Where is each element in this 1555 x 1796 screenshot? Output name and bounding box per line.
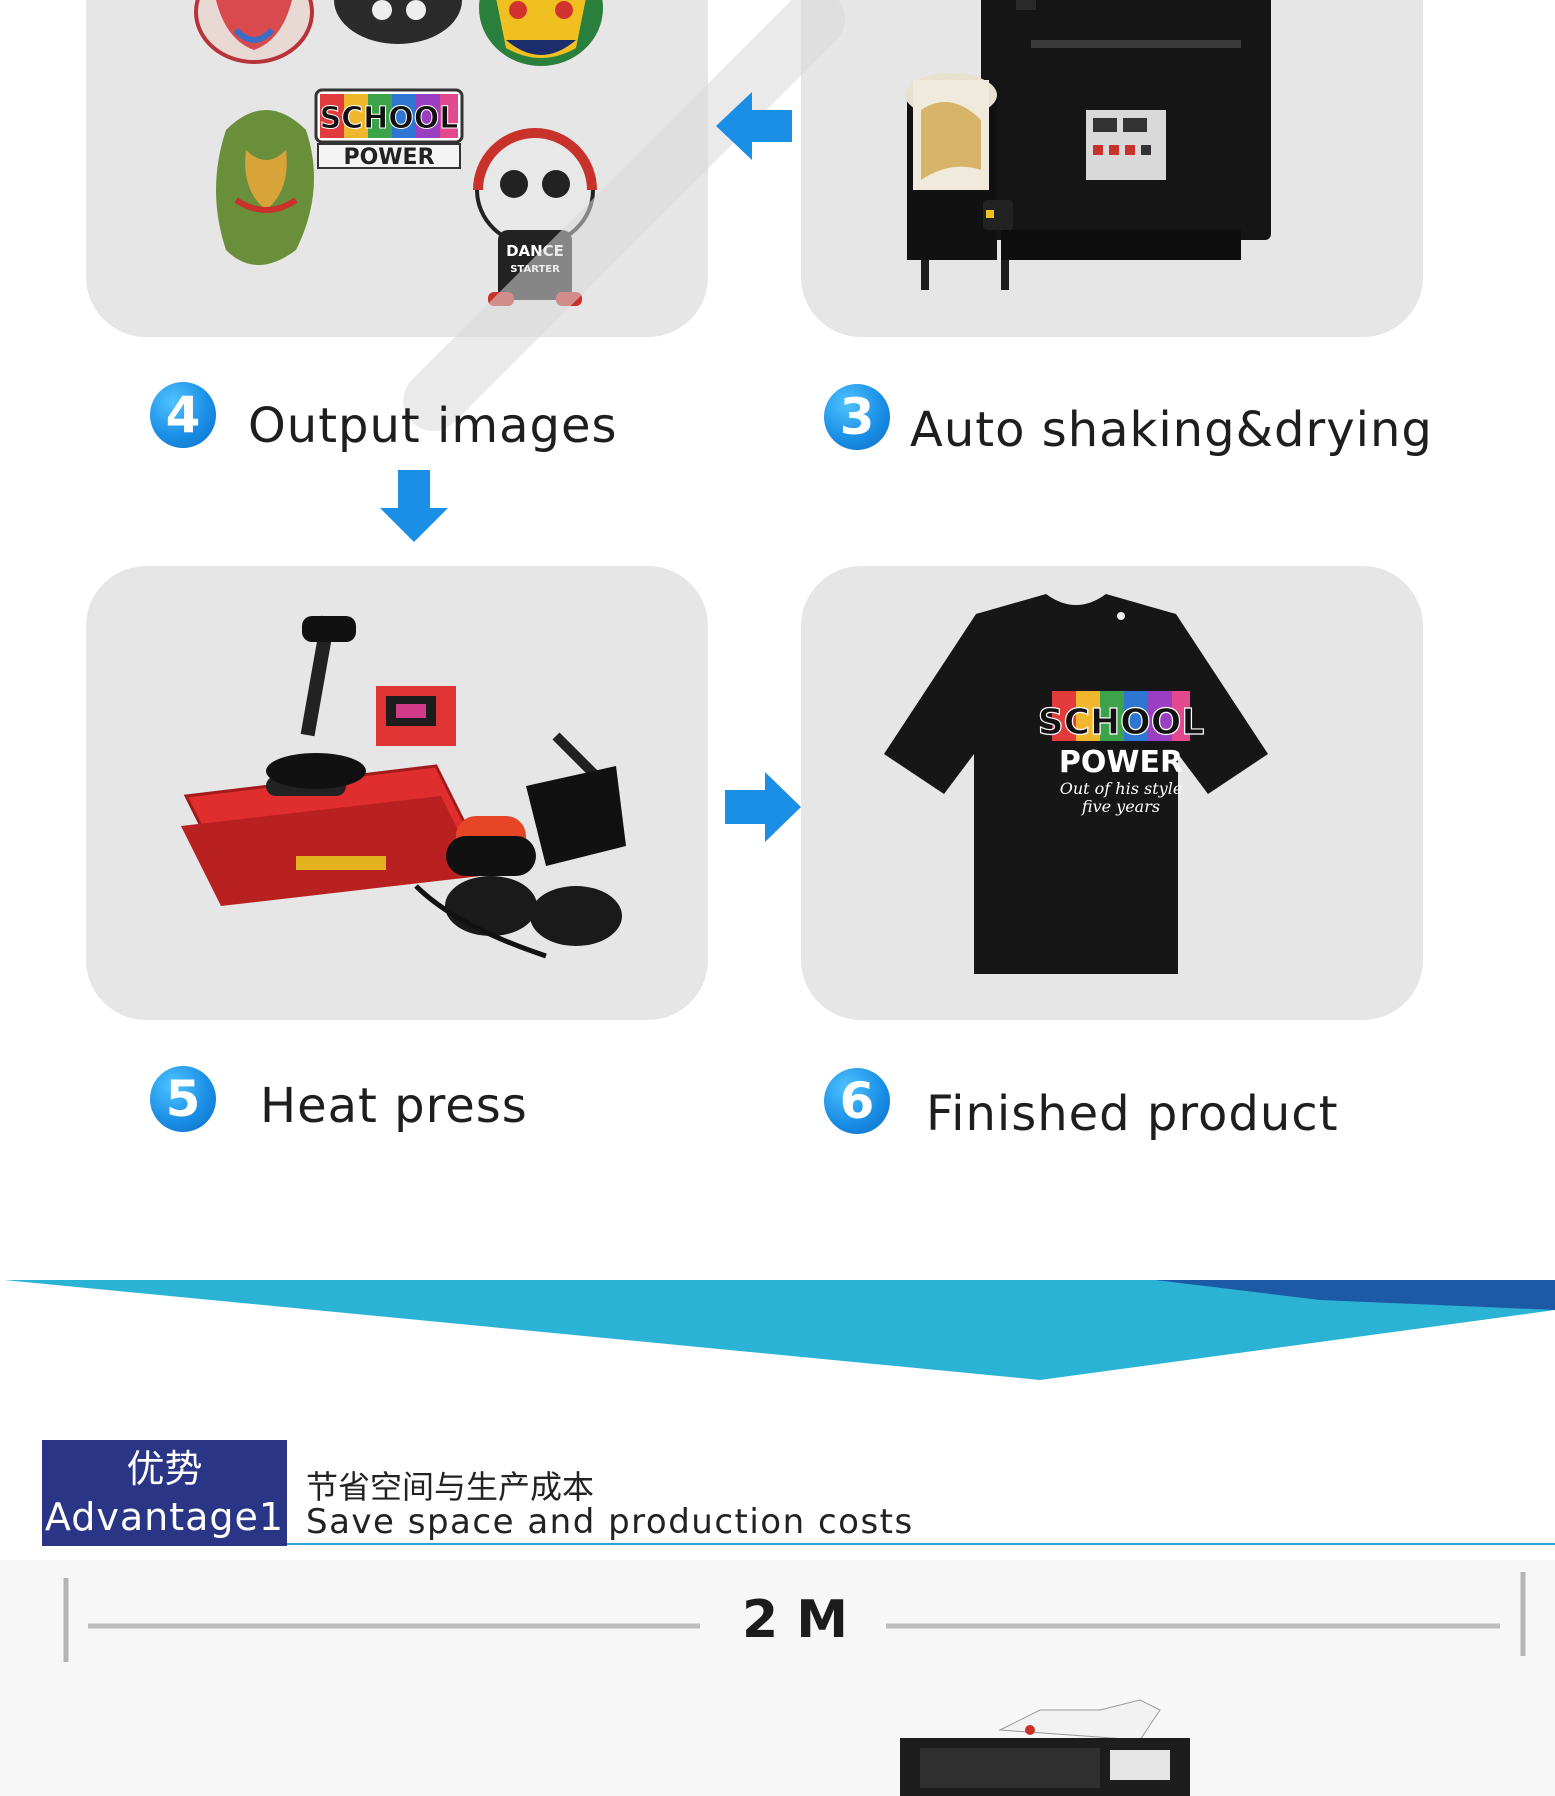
sticker-starter-text: STARTER bbox=[510, 264, 560, 275]
heat-press-image bbox=[181, 615, 626, 959]
advantage-title-en: Save space and production costs bbox=[306, 1502, 914, 1542]
sticker-school-text: SCHOOL bbox=[320, 101, 459, 136]
finished-product-panel: SCHOOL POWER Out of his style five years bbox=[801, 566, 1423, 1020]
tshirt-image: SCHOOL POWER Out of his style five years bbox=[884, 594, 1268, 974]
step-number-5: 5 bbox=[150, 1066, 216, 1132]
sticker-power-text: POWER bbox=[343, 145, 434, 170]
advantage-badge-en: Advantage1 bbox=[44, 1495, 285, 1539]
arrow-right-icon bbox=[725, 772, 801, 842]
sticker-dance-text: DANCE bbox=[506, 242, 564, 260]
step-number-4: 4 bbox=[150, 382, 216, 448]
step-label-output-images: Output images bbox=[248, 398, 618, 454]
shirt-tagline-1: Out of his style bbox=[1060, 779, 1183, 798]
step-number-6: 6 bbox=[824, 1068, 890, 1134]
shaker-dryer-image bbox=[905, 0, 1271, 290]
advantage-badge-cn: 优势 bbox=[126, 1447, 203, 1491]
advantage-badge: 优势 Advantage1 bbox=[42, 1440, 287, 1546]
step-label-heat-press: Heat press bbox=[260, 1078, 528, 1134]
arrow-left-icon bbox=[716, 92, 792, 160]
dryer-machine-panel bbox=[801, 0, 1423, 337]
step-number-3: 3 bbox=[824, 384, 890, 450]
printer-image bbox=[900, 1699, 1190, 1796]
measure-label: 2 M bbox=[742, 1590, 849, 1650]
shirt-tagline-2: five years bbox=[1081, 797, 1160, 816]
step-label-auto-shaking-drying: Auto shaking&drying bbox=[910, 402, 1433, 458]
heat-press-panel bbox=[86, 566, 708, 1020]
arrow-down-icon bbox=[380, 470, 448, 542]
output-images-panel: SCHOOL POWER DANCE STARTER bbox=[86, 0, 708, 337]
shirt-school-text: SCHOOL bbox=[1038, 702, 1205, 743]
sticker-collage: SCHOOL POWER DANCE STARTER bbox=[194, 0, 603, 306]
advantage-divider bbox=[287, 1543, 1555, 1545]
step-label-finished-product: Finished product bbox=[926, 1086, 1339, 1142]
shirt-power-text: POWER bbox=[1059, 745, 1183, 780]
decorative-banner bbox=[4, 1280, 1555, 1380]
